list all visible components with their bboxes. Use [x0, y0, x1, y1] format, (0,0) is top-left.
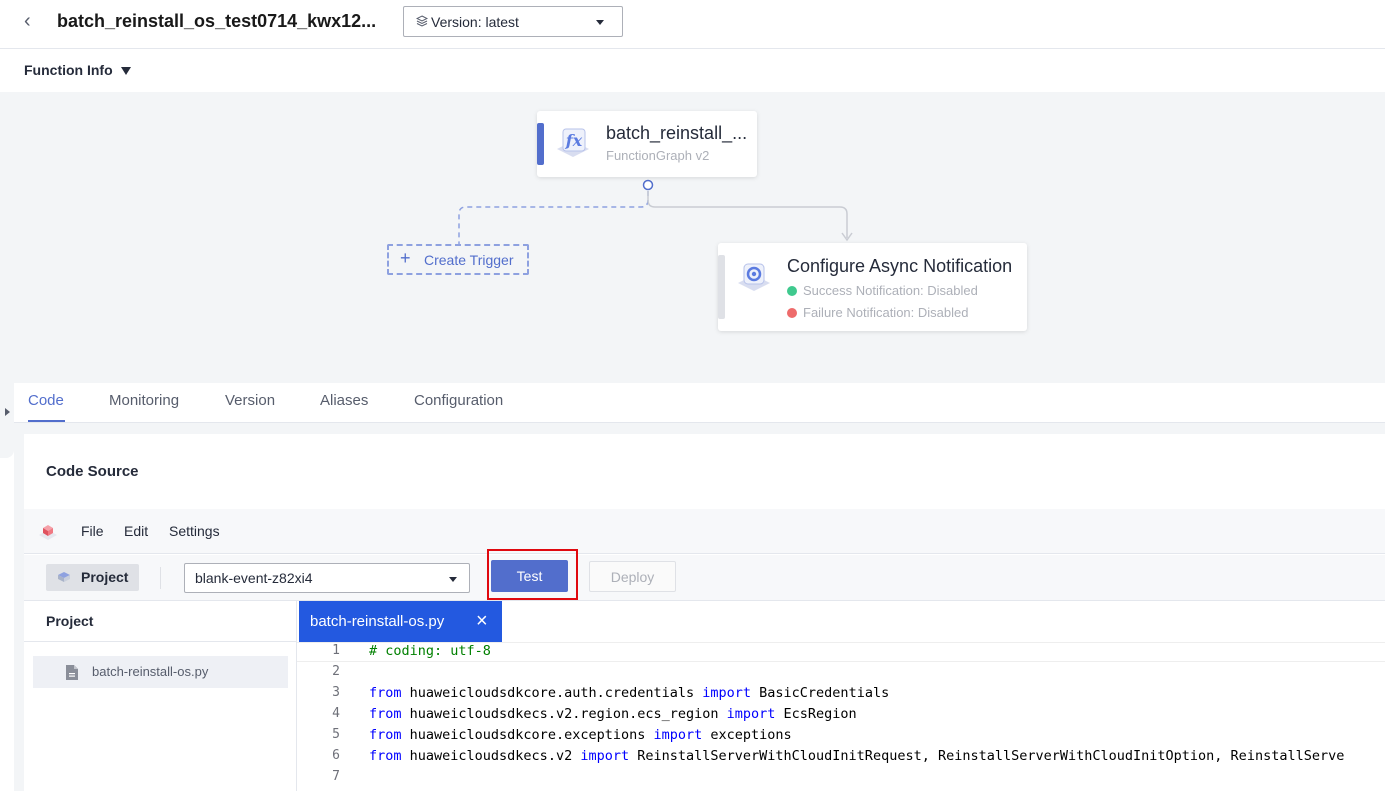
code-line: # coding: utf-8 — [369, 643, 491, 659]
create-trigger-button[interactable]: + Create Trigger — [387, 244, 529, 275]
file-item-label: batch-reinstall-os.py — [92, 664, 209, 679]
cube-icon — [58, 572, 70, 582]
project-panel-header: Project — [46, 613, 94, 629]
page-header: ‹ batch_reinstall_os_test0714_kwx12... V… — [0, 0, 1385, 49]
line-number: 3 — [332, 685, 340, 700]
chevron-left-icon[interactable]: ‹ — [24, 10, 31, 33]
flow-canvas: fx batch_reinstall_... FunctionGraph v2 … — [0, 92, 1385, 383]
file-item[interactable]: batch-reinstall-os.py — [33, 656, 288, 688]
plus-icon: + — [400, 248, 411, 268]
sidebar-expand-handle[interactable] — [0, 368, 14, 458]
deploy-button[interactable]: Deploy — [589, 561, 676, 592]
caret-down-icon — [596, 20, 604, 25]
project-button-label: Project — [81, 569, 129, 585]
failure-notification-status: Failure Notification: Disabled — [787, 305, 968, 320]
caret-right-icon — [5, 408, 10, 416]
tab-version[interactable]: Version — [225, 392, 275, 409]
line-number: 1 — [332, 643, 340, 658]
notification-icon — [738, 263, 770, 291]
caret-down-icon — [449, 577, 457, 582]
function-node-subtitle: FunctionGraph v2 — [606, 148, 710, 163]
line-number: 2 — [332, 664, 340, 679]
function-info-toggle[interactable]: Function Info — [0, 49, 1385, 92]
tab-monitoring[interactable]: Monitoring — [109, 392, 179, 409]
function-info-label: Function Info — [24, 62, 113, 78]
test-button[interactable]: Test — [491, 560, 568, 592]
node-accent-bar — [537, 123, 544, 165]
divider — [24, 641, 297, 642]
ide-menu-bar: File Edit Settings — [24, 509, 1385, 554]
version-select[interactable]: Version: latest — [403, 6, 623, 37]
caret-down-icon — [121, 67, 131, 75]
line-number: 6 — [332, 748, 340, 763]
code-line: from huaweicloudsdkecs.v2 import Reinsta… — [369, 748, 1345, 764]
code-editor[interactable]: batch-reinstall-os.py × 1 # coding: utf-8… — [297, 601, 1385, 791]
section-gap — [14, 434, 24, 791]
code-line: from huaweicloudsdkcore.exceptions impor… — [369, 727, 792, 743]
success-notification-status: Success Notification: Disabled — [787, 283, 978, 298]
menu-file[interactable]: File — [81, 523, 104, 539]
ide-logo-icon — [39, 525, 57, 540]
tab-code[interactable]: Code — [28, 392, 64, 409]
version-select-value: Version: latest — [431, 14, 519, 30]
function-icon: fx — [557, 128, 589, 157]
test-event-select[interactable]: blank-event-z82xi4 — [184, 563, 470, 593]
test-event-value: blank-event-z82xi4 — [195, 570, 313, 586]
layers-icon — [416, 15, 428, 27]
async-node-name: Configure Async Notification — [787, 256, 1013, 276]
ide-toolbar: Project blank-event-z82xi4 Test Deploy — [24, 549, 1385, 601]
project-panel: Project batch-reinstall-os.py — [24, 601, 297, 791]
create-trigger-label: Create Trigger — [424, 252, 514, 268]
function-title: batch_reinstall_os_test0714_kwx12... — [57, 11, 377, 31]
close-icon[interactable]: × — [476, 610, 488, 633]
success-dot-icon — [787, 286, 797, 296]
code-source-title: Code Source — [46, 463, 139, 480]
editor-tab[interactable]: batch-reinstall-os.py × — [299, 601, 502, 642]
toolbar-divider — [160, 567, 161, 589]
file-icon — [66, 665, 78, 680]
line-number: 7 — [332, 769, 340, 784]
node-accent-bar — [718, 255, 725, 319]
line-number: 5 — [332, 727, 340, 742]
tab-aliases[interactable]: Aliases — [320, 392, 368, 409]
svg-text:fx: fx — [565, 131, 583, 150]
failure-dot-icon — [787, 308, 797, 318]
section-gap — [14, 423, 1385, 434]
menu-edit[interactable]: Edit — [124, 523, 148, 539]
project-toggle-button[interactable]: Project — [46, 564, 139, 591]
async-notification-node[interactable]: Configure Async Notification Success Not… — [718, 243, 1027, 331]
editor-tab-label: batch-reinstall-os.py — [310, 613, 445, 630]
tab-configuration[interactable]: Configuration — [414, 392, 503, 409]
tab-bar: Code Monitoring Version Aliases Configur… — [14, 383, 1385, 423]
function-node[interactable]: fx batch_reinstall_... FunctionGraph v2 — [537, 111, 757, 177]
line-number: 4 — [332, 706, 340, 721]
code-line: from huaweicloudsdkcore.auth.credentials… — [369, 685, 890, 701]
active-tab-indicator — [28, 420, 65, 422]
code-line: from huaweicloudsdkecs.v2.region.ecs_reg… — [369, 706, 857, 722]
menu-settings[interactable]: Settings — [169, 523, 220, 539]
function-node-name: batch_reinstall_... — [606, 123, 748, 143]
